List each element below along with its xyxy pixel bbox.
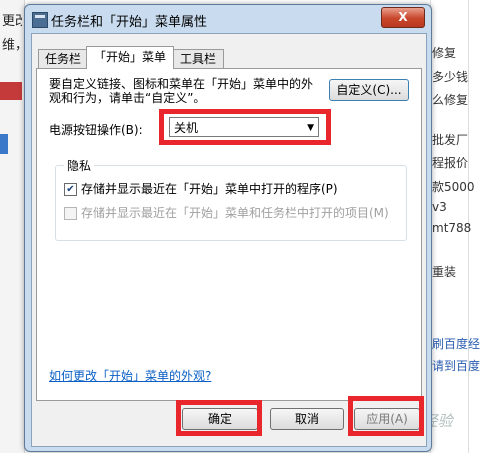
power-button-action-label: 电源按钮操作(B): bbox=[49, 123, 143, 137]
power-button-action-value: 关机 bbox=[174, 121, 199, 135]
tab-toolbars[interactable]: 工具栏 bbox=[172, 49, 224, 68]
background-red-tab bbox=[0, 82, 22, 100]
background-text: 重装 bbox=[432, 265, 457, 279]
privacy-option-label: 存储并显示最近在「开始」菜单和任务栏中打开的项目(M) bbox=[81, 206, 389, 220]
window-icon bbox=[32, 12, 48, 28]
background-left-text: 维， bbox=[2, 38, 22, 53]
background-text: 款5000 bbox=[432, 180, 475, 194]
tab-start-menu[interactable]: 「开始」菜单 bbox=[86, 46, 174, 69]
background-text: 程报价 bbox=[432, 156, 469, 170]
dropdown-arrow-icon: ▼ bbox=[307, 123, 314, 133]
cancel-button[interactable]: 取消 bbox=[270, 408, 344, 430]
title-bar[interactable]: 任务栏和「开始」菜单属性 X bbox=[25, 5, 431, 33]
background-text: 修复 bbox=[432, 46, 457, 60]
background-text: mt788 bbox=[432, 221, 472, 235]
background-left-pane: 更改 维， bbox=[0, 0, 25, 453]
apply-button[interactable]: 应用(A) bbox=[354, 408, 420, 430]
description-text: 要自定义链接、图标和菜单在「开始」菜单中的外观和行为，请单击“自定义”。 bbox=[49, 77, 314, 105]
checkbox-checked-icon[interactable]: ✔ bbox=[64, 183, 77, 196]
tab-taskbar[interactable]: 任务栏 bbox=[38, 49, 88, 68]
dialog-body: 任务栏 「开始」菜单 工具栏 要自定义链接、图标和菜单在「开始」菜单中的外观和行… bbox=[31, 33, 427, 447]
background-text: 么修复 bbox=[432, 93, 469, 107]
privacy-group: 隐私 ✔ 存储并显示最近在「开始」菜单中打开的程序(P) 存储并显示最近在「开始」… bbox=[55, 157, 407, 241]
start-menu-tab-page: 要自定义链接、图标和菜单在「开始」菜单中的外观和行为，请单击“自定义”。 自定义… bbox=[36, 68, 422, 401]
background-link[interactable]: 请到百度 bbox=[432, 357, 480, 374]
power-button-action-select[interactable]: 关机 ▼ bbox=[169, 117, 319, 137]
taskbar-start-menu-properties-dialog: 任务栏和「开始」菜单属性 X 任务栏 「开始」菜单 工具栏 要自定义链接、图标和… bbox=[24, 4, 432, 452]
privacy-option-label: 存储并显示最近在「开始」菜单中打开的程序(P) bbox=[81, 182, 338, 196]
background-text: v3 bbox=[432, 200, 447, 214]
checkbox-disabled-icon[interactable] bbox=[64, 207, 77, 220]
privacy-option-recent-programs[interactable]: ✔ 存储并显示最近在「开始」菜单中打开的程序(P) bbox=[64, 180, 338, 197]
background-blue-tab bbox=[0, 134, 8, 154]
privacy-group-title: 隐私 bbox=[64, 157, 95, 174]
background-text: 批发厂 bbox=[432, 133, 469, 147]
dialog-title: 任务栏和「开始」菜单属性 bbox=[51, 15, 208, 30]
privacy-option-recent-items[interactable]: 存储并显示最近在「开始」菜单和任务栏中打开的项目(M) bbox=[64, 204, 389, 221]
close-button[interactable]: X bbox=[381, 7, 425, 28]
background-text: 多少钱 bbox=[432, 70, 469, 84]
ok-button[interactable]: 确定 bbox=[182, 408, 258, 430]
customize-button[interactable]: 自定义(C)... bbox=[329, 79, 409, 101]
help-link[interactable]: 如何更改「开始」菜单的外观? bbox=[49, 367, 211, 384]
background-left-text: 更改 bbox=[2, 14, 22, 29]
background-link[interactable]: 刷百度经 bbox=[432, 335, 480, 352]
